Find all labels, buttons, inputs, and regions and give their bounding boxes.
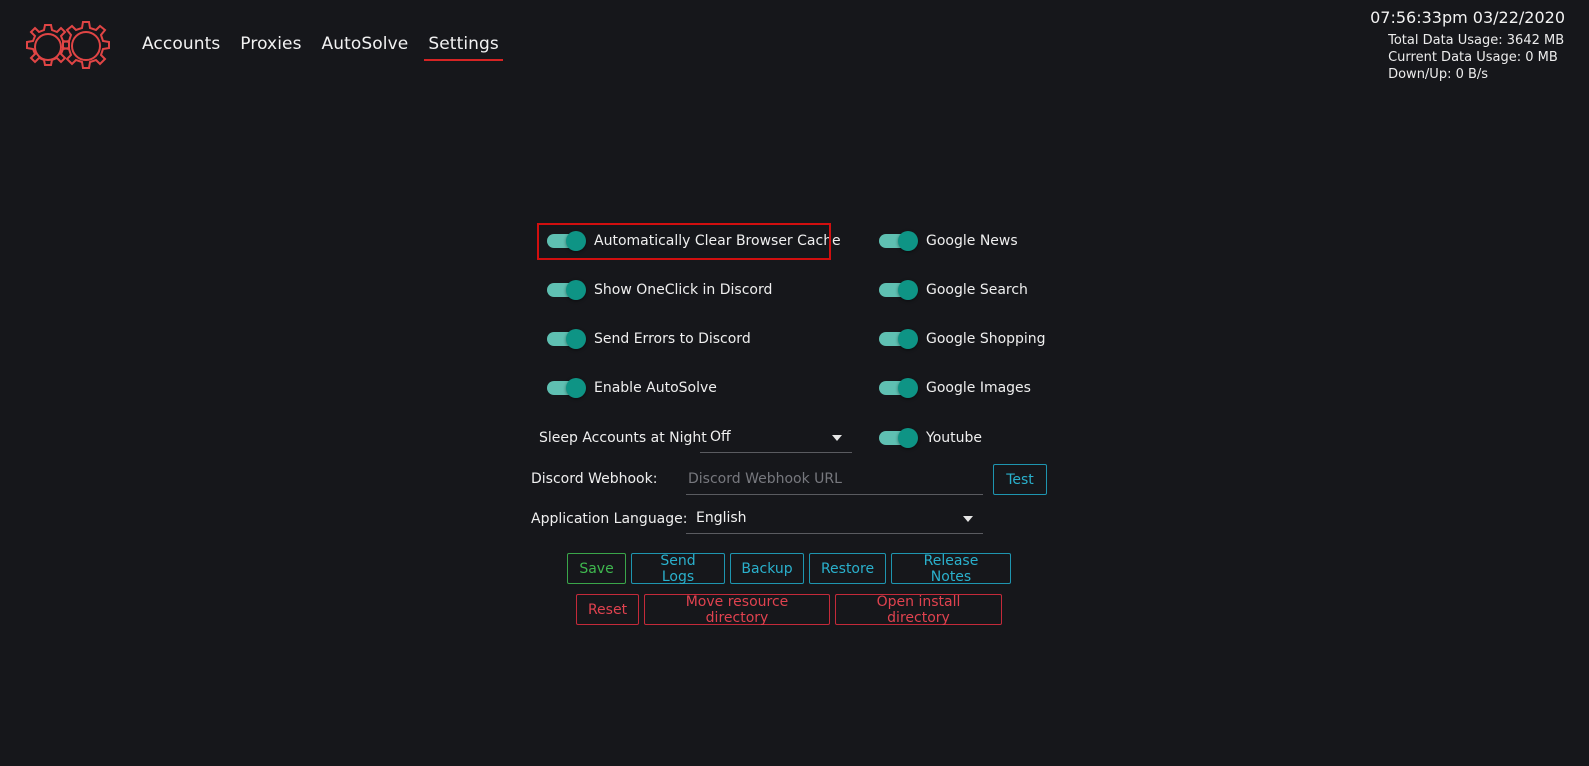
toggle-switch[interactable] <box>546 378 586 398</box>
toggle-label: Google News <box>926 233 1018 249</box>
toggle-send-errors-discord[interactable]: Send Errors to Discord <box>546 321 751 357</box>
application-language-value: English <box>696 510 747 526</box>
current-data-usage: Current Data Usage: 0 MB <box>1388 50 1558 65</box>
sleep-accounts-value: Off <box>710 429 731 445</box>
toggle-label: Send Errors to Discord <box>594 331 751 347</box>
gears-logo-icon <box>26 21 110 69</box>
total-data-usage: Total Data Usage: 3642 MB <box>1388 33 1565 48</box>
sleep-accounts-select[interactable]: Off <box>700 423 852 453</box>
clock: 07:56:33pm 03/22/2020 <box>1370 8 1565 27</box>
reset-button[interactable]: Reset <box>576 594 639 625</box>
nav-item-autosolve[interactable]: AutoSolve <box>322 34 409 61</box>
restore-button[interactable]: Restore <box>809 553 886 584</box>
move-resource-directory-button[interactable]: Move resource directory <box>644 594 830 626</box>
backup-button[interactable]: Backup <box>730 553 804 584</box>
app-window: Accounts Proxies AutoSolve Settings 07:5… <box>0 0 1589 766</box>
toggle-label: Google Search <box>926 282 1028 298</box>
toggle-switch[interactable] <box>878 428 918 448</box>
toggle-google-shopping[interactable]: Google Shopping <box>878 321 1046 357</box>
open-install-directory-button[interactable]: Open install directory <box>835 594 1002 626</box>
caret-down-icon <box>963 516 973 522</box>
nav-item-proxies[interactable]: Proxies <box>240 34 301 61</box>
toggle-switch[interactable] <box>878 378 918 398</box>
toggle-switch[interactable] <box>878 231 918 251</box>
toggle-switch[interactable] <box>546 280 586 300</box>
toggle-label: Google Images <box>926 380 1031 396</box>
sleep-accounts-label: Sleep Accounts at Night <box>539 430 707 446</box>
discord-webhook-input[interactable] <box>686 464 983 495</box>
toggle-label: Google Shopping <box>926 331 1046 347</box>
down-up-rate: Down/Up: 0 B/s <box>1388 67 1489 82</box>
toggle-switch[interactable] <box>878 280 918 300</box>
save-button[interactable]: Save <box>567 553 626 584</box>
nav-item-accounts[interactable]: Accounts <box>142 34 220 61</box>
main-nav: Accounts Proxies AutoSolve Settings <box>142 34 503 61</box>
status-panel: 07:56:33pm 03/22/2020 Total Data Usage: … <box>1370 8 1565 83</box>
application-language-select[interactable]: English <box>686 504 983 534</box>
test-webhook-button[interactable]: Test <box>993 464 1047 495</box>
toggle-google-search[interactable]: Google Search <box>878 272 1028 308</box>
release-notes-button[interactable]: Release Notes <box>891 553 1011 585</box>
toggle-switch[interactable] <box>878 329 918 349</box>
toggle-label: Automatically Clear Browser Cache <box>594 233 841 249</box>
send-logs-button[interactable]: Send Logs <box>631 553 725 585</box>
toggle-clear-browser-cache[interactable]: Automatically Clear Browser Cache <box>546 223 841 259</box>
toggle-label: Show OneClick in Discord <box>594 282 773 298</box>
application-language-label: Application Language: <box>531 511 688 527</box>
toggle-google-news[interactable]: Google News <box>878 223 1018 259</box>
toggle-enable-autosolve[interactable]: Enable AutoSolve <box>546 370 717 406</box>
nav-item-settings[interactable]: Settings <box>424 34 503 61</box>
toggle-switch[interactable] <box>546 329 586 349</box>
toggle-youtube[interactable]: Youtube <box>878 420 982 456</box>
caret-down-icon <box>832 435 842 441</box>
toggle-show-oneclick-discord[interactable]: Show OneClick in Discord <box>546 272 772 308</box>
toggle-label: Youtube <box>926 430 982 446</box>
discord-webhook-label: Discord Webhook: <box>531 471 658 487</box>
toggle-google-images[interactable]: Google Images <box>878 370 1031 406</box>
toggle-switch[interactable] <box>546 231 586 251</box>
toggle-label: Enable AutoSolve <box>594 380 717 396</box>
